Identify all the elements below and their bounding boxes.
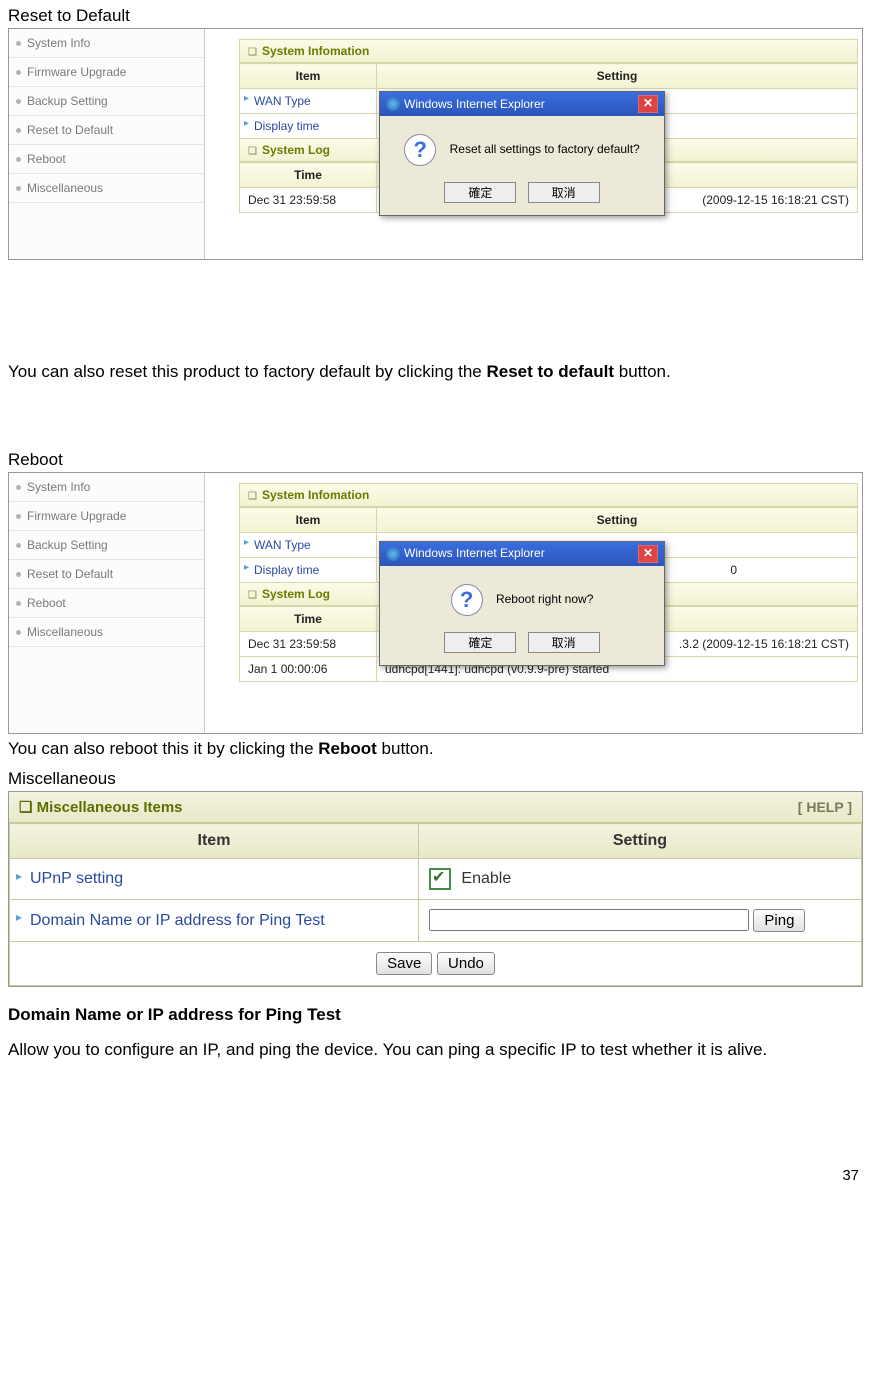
help-link[interactable]: [ HELP ] <box>798 799 852 815</box>
close-icon[interactable]: ✕ <box>638 545 658 563</box>
dialog-reboot-confirm: Windows Internet Explorer ✕ ? Reboot rig… <box>379 541 665 666</box>
enable-checkbox[interactable] <box>429 868 451 890</box>
enable-label: Enable <box>461 870 511 887</box>
row-display-time: Display time <box>240 557 377 582</box>
col-item: Item <box>240 64 377 89</box>
cancel-button[interactable]: 取消 <box>528 632 600 653</box>
sidebar-item-backup-setting[interactable]: Backup Setting <box>9 531 204 560</box>
question-icon: ? <box>404 134 436 166</box>
heading-misc: Miscellaneous <box>8 769 863 789</box>
question-icon: ? <box>451 584 483 616</box>
paragraph-ping-title: Domain Name or IP address for Ping Test <box>8 1005 863 1025</box>
col-time: Time <box>240 606 377 631</box>
save-button[interactable]: Save <box>376 952 432 975</box>
sidebar: System Info Firmware Upgrade Backup Sett… <box>9 29 205 259</box>
sidebar-item-reset-to-default[interactable]: Reset to Default <box>9 116 204 145</box>
paragraph-ping-body: Allow you to configure an IP, and ping t… <box>8 1033 863 1067</box>
col-setting: Setting <box>418 824 861 859</box>
col-item: Item <box>10 824 419 859</box>
sidebar-item-firmware-upgrade[interactable]: Firmware Upgrade <box>9 502 204 531</box>
sidebar-item-miscellaneous[interactable]: Miscellaneous <box>9 174 204 203</box>
row-wan-type: WAN Type <box>240 89 377 114</box>
dialog-message: Reboot right now? <box>496 592 593 606</box>
sidebar-item-reboot[interactable]: Reboot <box>9 145 204 174</box>
cancel-button[interactable]: 取消 <box>528 182 600 203</box>
col-item: Item <box>240 507 377 532</box>
sidebar-item-miscellaneous[interactable]: Miscellaneous <box>9 618 204 647</box>
sidebar: System Info Firmware Upgrade Backup Sett… <box>9 473 205 733</box>
ie-icon <box>386 97 400 111</box>
sidebar-item-firmware-upgrade[interactable]: Firmware Upgrade <box>9 58 204 87</box>
log-time: Dec 31 23:59:58 <box>240 188 377 213</box>
heading-reboot: Reboot <box>8 450 863 470</box>
ok-button[interactable]: 確定 <box>444 182 516 203</box>
log-time: Dec 31 23:59:58 <box>240 631 377 656</box>
ping-input[interactable] <box>429 909 749 931</box>
sidebar-item-system-info[interactable]: System Info <box>9 473 204 502</box>
log-time: Jan 1 00:00:06 <box>240 656 377 681</box>
ping-button[interactable]: Ping <box>753 909 805 932</box>
paragraph-reset: You can also reset this product to facto… <box>8 354 863 390</box>
figure-misc: ❏ Miscellaneous Items [ HELP ] Item Sett… <box>8 791 863 987</box>
row-upnp: UPnP setting <box>10 859 419 900</box>
close-icon[interactable]: ✕ <box>638 95 658 113</box>
ie-icon <box>386 547 400 561</box>
sidebar-item-reboot[interactable]: Reboot <box>9 589 204 618</box>
heading-reset: Reset to Default <box>8 6 863 26</box>
section-system-info: System Infomation <box>239 483 858 507</box>
dialog-message: Reset all settings to factory default? <box>450 142 640 156</box>
misc-title: Miscellaneous Items <box>37 799 183 816</box>
sidebar-item-reset-to-default[interactable]: Reset to Default <box>9 560 204 589</box>
sidebar-item-system-info[interactable]: System Info <box>9 29 204 58</box>
col-time: Time <box>240 163 377 188</box>
row-ping-test: Domain Name or IP address for Ping Test <box>10 900 419 942</box>
page-number: 37 <box>8 1167 863 1184</box>
undo-button[interactable]: Undo <box>437 952 495 975</box>
dialog-title: Windows Internet Explorer <box>404 97 545 111</box>
dialog-reset-confirm: Windows Internet Explorer ✕ ? Reset all … <box>379 91 665 216</box>
ok-button[interactable]: 確定 <box>444 632 516 653</box>
row-wan-type: WAN Type <box>240 532 377 557</box>
col-setting: Setting <box>377 507 858 532</box>
col-setting: Setting <box>377 64 858 89</box>
section-system-info: System Infomation <box>239 39 858 63</box>
figure-reboot: System Info Firmware Upgrade Backup Sett… <box>8 472 863 734</box>
figure-reset: System Info Firmware Upgrade Backup Sett… <box>8 28 863 260</box>
sidebar-item-backup-setting[interactable]: Backup Setting <box>9 87 204 116</box>
paragraph-reboot: You can also reboot this it by clicking … <box>8 736 863 762</box>
row-display-time: Display time <box>240 114 377 139</box>
dialog-title: Windows Internet Explorer <box>404 546 545 560</box>
